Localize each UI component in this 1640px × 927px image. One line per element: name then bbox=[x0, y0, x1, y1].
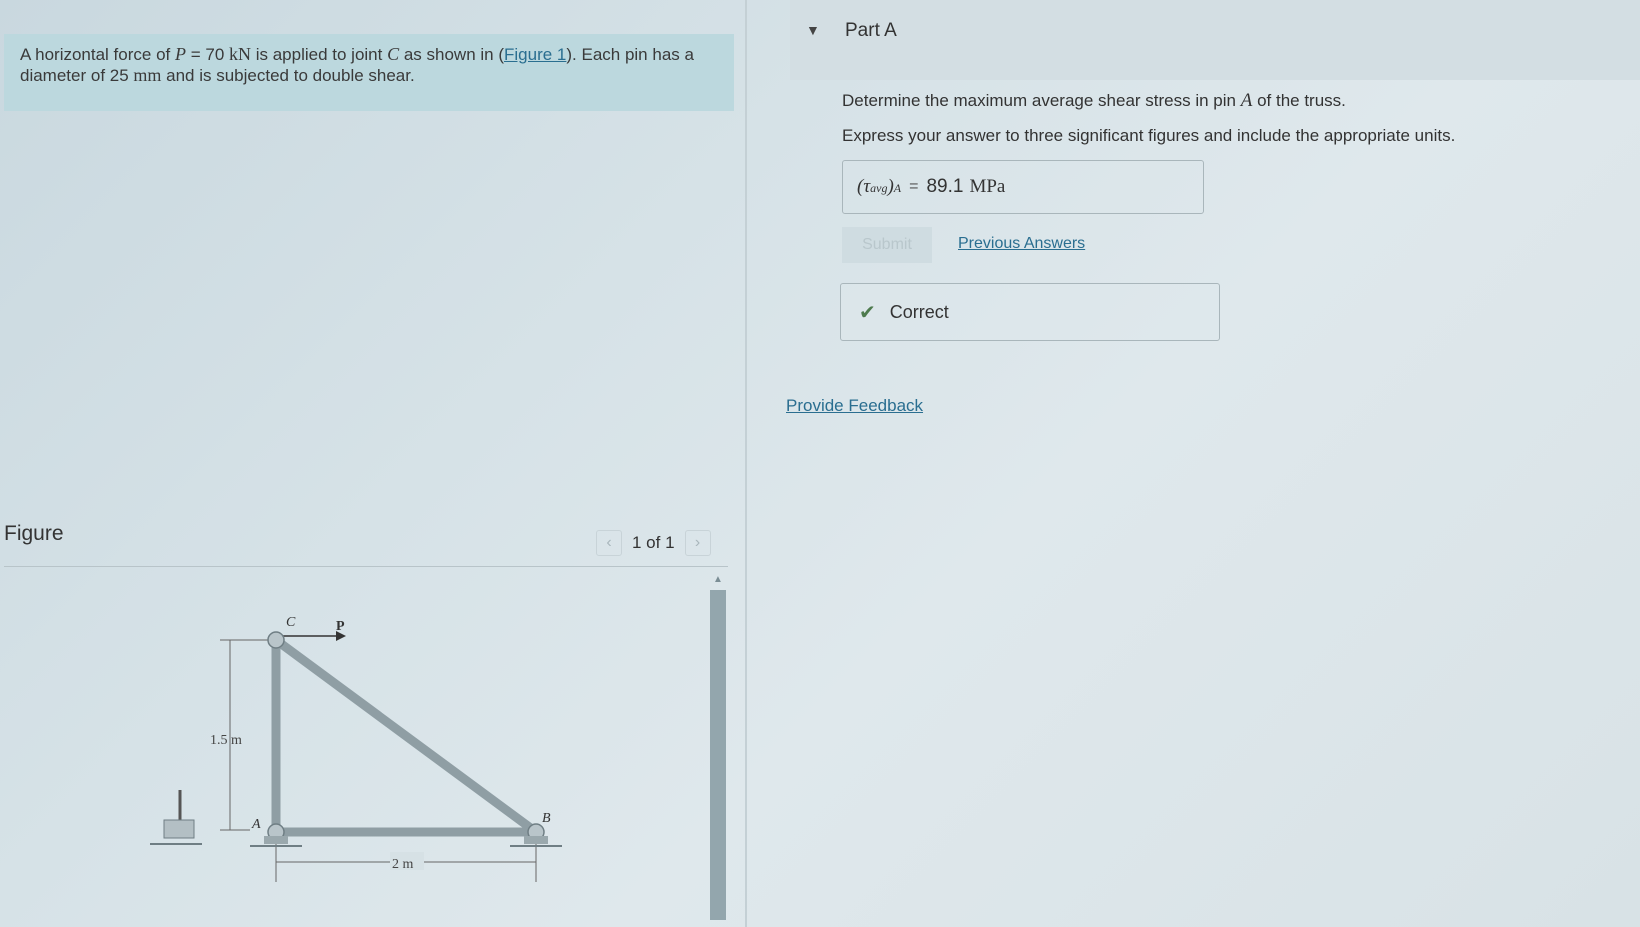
part-a-header[interactable] bbox=[790, 0, 1640, 80]
force-label: P bbox=[336, 619, 345, 634]
joint-a-label: A bbox=[251, 817, 261, 832]
width-label: 2 m bbox=[392, 857, 414, 872]
figure-count: 1 of 1 bbox=[632, 533, 675, 552]
problem-text: as shown in ( bbox=[399, 45, 504, 64]
pin-detail-clevis bbox=[163, 819, 195, 839]
joint-b-label: B bbox=[542, 811, 551, 826]
figure-scrollbar[interactable] bbox=[710, 590, 726, 920]
support-a bbox=[264, 836, 288, 844]
figure-link[interactable]: Figure 1 bbox=[504, 45, 566, 64]
question-text: Determine the maximum average shear stre… bbox=[842, 90, 1346, 112]
result-box: ✔ Correct bbox=[840, 283, 1220, 341]
provide-feedback-link[interactable]: Provide Feedback bbox=[786, 396, 923, 416]
unit-kn: kN bbox=[229, 44, 251, 64]
joint-c-label: C bbox=[286, 615, 296, 630]
figure-heading: Figure bbox=[4, 522, 64, 545]
chevron-right-icon[interactable]: › bbox=[684, 530, 711, 556]
answer-field[interactable]: (τavg)A = 89.1 MPa bbox=[842, 160, 1204, 214]
problem-text: = 70 bbox=[185, 45, 229, 64]
problem-text: and is subjected to double shear. bbox=[161, 66, 415, 85]
question-part: Determine the maximum average shear stre… bbox=[842, 91, 1241, 110]
caret-down-icon[interactable]: ▼ bbox=[806, 22, 820, 38]
figure-pager: ‹ 1 of 1 › bbox=[596, 528, 726, 558]
problem-text: is applied to joint bbox=[251, 45, 388, 64]
pane-divider[interactable] bbox=[745, 0, 747, 927]
figure-divider bbox=[4, 566, 728, 567]
answer-equals: = bbox=[909, 178, 919, 195]
checkmark-icon: ✔ bbox=[859, 301, 876, 324]
scroll-up-icon[interactable]: ▲ bbox=[710, 574, 726, 588]
member-cb bbox=[273, 636, 539, 836]
height-label: 1.5 m bbox=[210, 733, 242, 748]
var-c: C bbox=[387, 44, 400, 64]
question-part: of the truss. bbox=[1252, 91, 1346, 110]
problem-text: A horizontal force of bbox=[20, 45, 175, 64]
chevron-left-icon[interactable]: ‹ bbox=[596, 530, 622, 556]
pin-c bbox=[267, 631, 285, 649]
answer-value: 89.1 bbox=[926, 176, 964, 197]
truss-figure: 1.5 m 2 m P C A B bbox=[150, 615, 562, 882]
answer-symbol: (τavg)A bbox=[857, 176, 902, 197]
submit-button[interactable]: Submit bbox=[842, 227, 932, 263]
previous-answers-link[interactable]: Previous Answers bbox=[958, 235, 1085, 253]
instruction-text: Express your answer to three significant… bbox=[842, 126, 1456, 145]
unit-mm: mm bbox=[133, 65, 162, 85]
var-p: P bbox=[174, 44, 186, 64]
left-pane: A horizontal force of P = 70 kN is appli… bbox=[0, 0, 742, 927]
question-var: A bbox=[1240, 90, 1253, 111]
problem-statement: A horizontal force of P = 70 kN is appli… bbox=[4, 34, 734, 111]
part-title[interactable]: Part A bbox=[845, 20, 897, 42]
support-b bbox=[524, 836, 548, 844]
answer-unit: MPa bbox=[969, 176, 1006, 197]
result-text: Correct bbox=[889, 301, 949, 322]
